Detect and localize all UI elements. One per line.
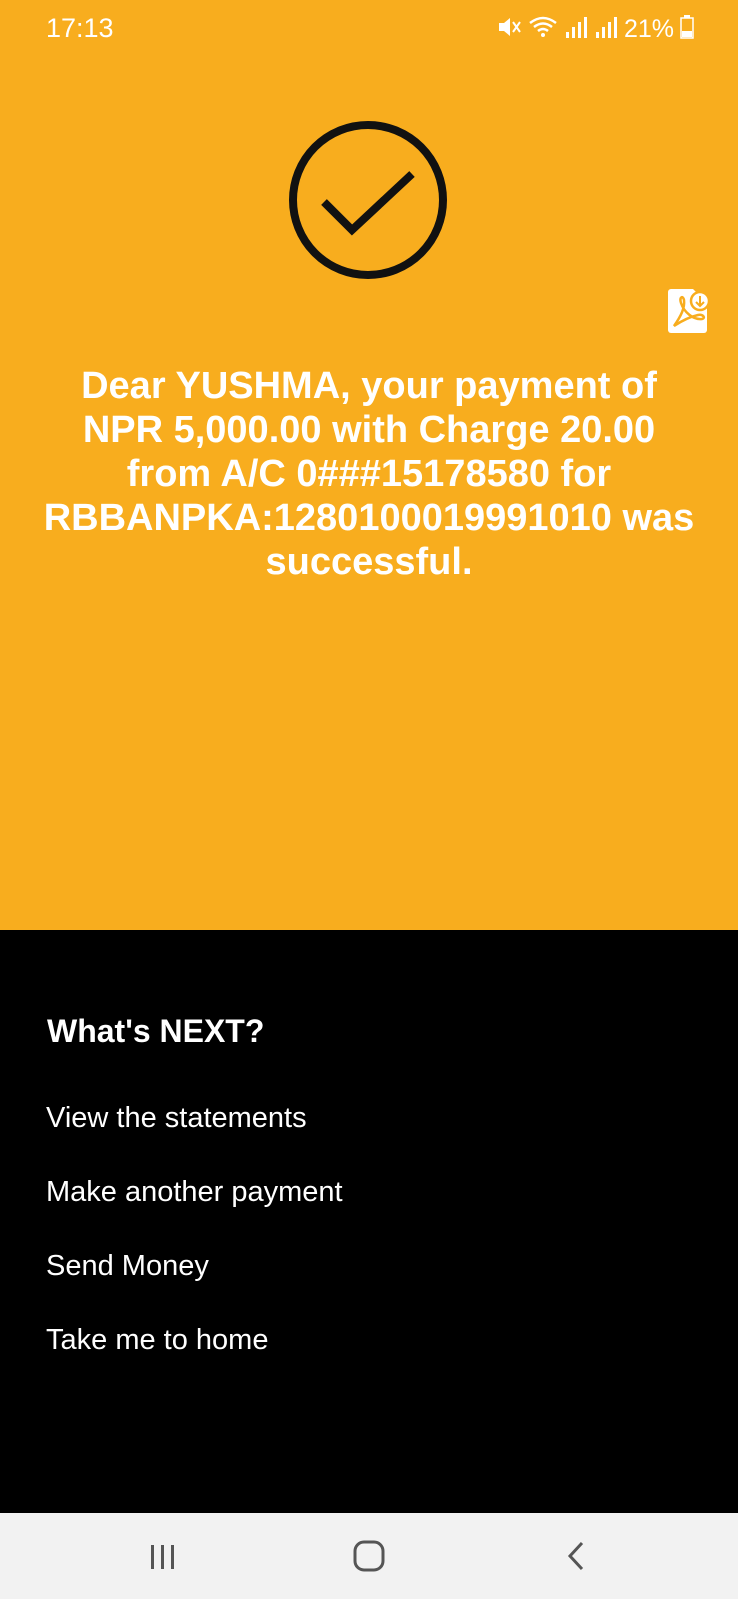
battery-percent: 21% (623, 14, 674, 43)
recent-apps-icon[interactable] (137, 1533, 187, 1579)
wifi-icon (528, 14, 558, 45)
status-bar: 17:13 21% (0, 0, 738, 58)
payment-success-screen: 17:13 21% Dear YUSHMA, your payment of N… (0, 0, 738, 1599)
make-another-payment-link[interactable]: Make another payment (46, 1176, 343, 1209)
system-nav-bar (0, 1513, 738, 1599)
home-icon[interactable] (344, 1533, 394, 1579)
pdf-download-icon[interactable] (665, 288, 711, 334)
signal-icon (564, 14, 588, 45)
view-statements-link[interactable]: View the statements (46, 1102, 307, 1135)
success-panel: 17:13 21% Dear YUSHMA, your payment of N… (0, 0, 738, 930)
take-me-home-link[interactable]: Take me to home (46, 1324, 268, 1357)
battery-icon (680, 14, 694, 45)
status-time: 17:13 (46, 13, 114, 43)
send-money-link[interactable]: Send Money (46, 1250, 209, 1283)
back-icon[interactable] (551, 1533, 601, 1579)
check-circle-icon (288, 120, 448, 280)
signal-icon (594, 14, 618, 45)
mute-icon (496, 14, 522, 45)
whats-next-heading: What's NEXT? (47, 1013, 265, 1049)
success-message: Dear YUSHMA, your payment of NPR 5,000.0… (43, 365, 695, 583)
status-icons: 21% (496, 12, 694, 46)
